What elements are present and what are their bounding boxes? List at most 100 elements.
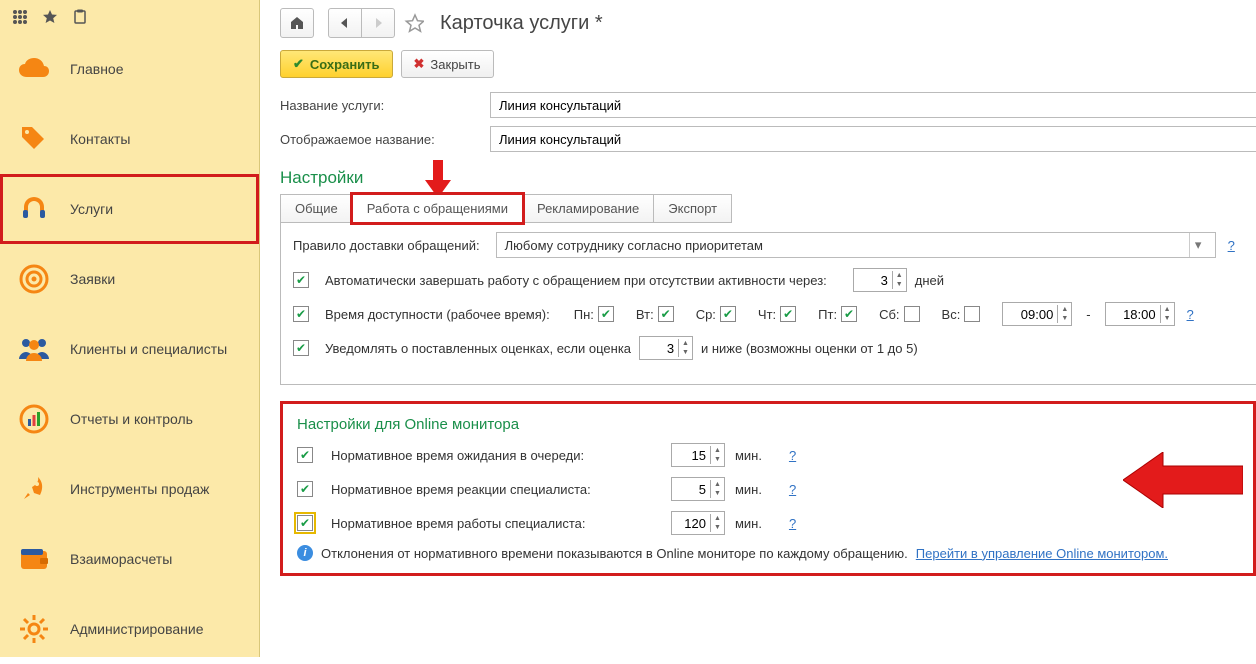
availability-label: Время доступности (рабочее время):	[325, 307, 550, 322]
sidebar-item-contacts[interactable]: Контакты	[0, 104, 259, 174]
day-sun-checkbox[interactable]	[964, 306, 980, 322]
day-sun-label: Вс:	[942, 307, 961, 322]
online-monitor-link[interactable]: Перейти в управление Online монитором.	[916, 546, 1168, 561]
service-name-input[interactable]	[490, 92, 1256, 118]
wait-unit: мин.	[735, 448, 775, 463]
tabs: Общие Работа с обращениями Рекламировани…	[280, 194, 1256, 223]
day-thu-label: Чт:	[758, 307, 776, 322]
auto-close-checkbox[interactable]	[293, 272, 309, 288]
close-icon: ✖	[414, 56, 425, 72]
time-to-spinner[interactable]: ▲▼	[1105, 302, 1175, 326]
help-icon[interactable]: ?	[789, 516, 796, 531]
day-fri-checkbox[interactable]	[841, 306, 857, 322]
spin-up-icon[interactable]: ▲	[679, 339, 692, 348]
spin-down-icon[interactable]: ▼	[1161, 314, 1174, 323]
close-label: Закрыть	[430, 57, 480, 72]
cloud-icon	[16, 51, 52, 87]
wait-input[interactable]	[672, 444, 710, 466]
gear-icon	[16, 611, 52, 647]
delivery-rule-label: Правило доставки обращений:	[293, 238, 480, 253]
sidebar-item-reports[interactable]: Отчеты и контроль	[0, 384, 259, 454]
time-from-input[interactable]	[1003, 303, 1057, 325]
sidebar-item-services[interactable]: Услуги	[0, 174, 259, 244]
sidebar-item-label: Клиенты и специалисты	[70, 341, 227, 357]
spin-down-icon[interactable]: ▼	[1058, 314, 1071, 323]
sidebar-item-payments[interactable]: Взаиморасчеты	[0, 524, 259, 594]
wait-spinner[interactable]: ▲▼	[671, 443, 725, 467]
work-spinner[interactable]: ▲▼	[671, 511, 725, 535]
availability-checkbox[interactable]	[293, 306, 309, 322]
auto-close-unit: дней	[915, 273, 944, 288]
wait-checkbox[interactable]	[297, 447, 313, 463]
display-name-input[interactable]	[490, 126, 1256, 152]
spin-up-icon[interactable]: ▲	[711, 446, 724, 455]
time-from-spinner[interactable]: ▲▼	[1002, 302, 1072, 326]
spin-up-icon[interactable]: ▲	[711, 514, 724, 523]
spin-up-icon[interactable]: ▲	[1058, 305, 1071, 314]
work-input[interactable]	[672, 512, 710, 534]
day-mon-checkbox[interactable]	[598, 306, 614, 322]
favorite-icon[interactable]	[404, 13, 424, 33]
react-checkbox[interactable]	[297, 481, 313, 497]
rating-suffix: и ниже (возможны оценки от 1 до 5)	[701, 341, 918, 356]
react-spinner[interactable]: ▲▼	[671, 477, 725, 501]
time-to-input[interactable]	[1106, 303, 1160, 325]
sidebar-item-sales[interactable]: Инструменты продаж	[0, 454, 259, 524]
sidebar-item-label: Администрирование	[70, 621, 204, 637]
spin-up-icon[interactable]: ▲	[711, 480, 724, 489]
rocket-icon	[16, 471, 52, 507]
sidebar-item-label: Взаиморасчеты	[70, 551, 172, 567]
spin-down-icon[interactable]: ▼	[679, 348, 692, 357]
sidebar-top	[0, 0, 259, 34]
spin-down-icon[interactable]: ▼	[711, 489, 724, 498]
chevron-down-icon: ▾	[1189, 233, 1207, 257]
delivery-rule-select[interactable]: Любому сотруднику согласно приоритетам ▾	[496, 232, 1216, 258]
auto-close-days-input[interactable]	[854, 269, 892, 291]
help-icon[interactable]: ?	[1187, 307, 1194, 322]
sidebar-item-label: Контакты	[70, 131, 130, 147]
help-icon[interactable]: ?	[789, 448, 796, 463]
tag-icon	[16, 121, 52, 157]
sidebar-item-requests[interactable]: Заявки	[0, 244, 259, 314]
day-thu-checkbox[interactable]	[780, 306, 796, 322]
save-button[interactable]: ✔ Сохранить	[280, 50, 393, 78]
help-icon[interactable]: ?	[789, 482, 796, 497]
sidebar-item-admin[interactable]: Администрирование	[0, 594, 259, 664]
star-icon[interactable]	[42, 9, 58, 25]
spin-down-icon[interactable]: ▼	[711, 455, 724, 464]
help-icon[interactable]: ?	[1228, 238, 1235, 253]
spin-up-icon[interactable]: ▲	[1161, 305, 1174, 314]
chart-icon	[16, 401, 52, 437]
close-button[interactable]: ✖ Закрыть	[401, 50, 494, 78]
tab-general[interactable]: Общие	[280, 194, 353, 223]
headset-icon	[16, 191, 52, 227]
page-title: Карточка услуги *	[440, 12, 603, 35]
auto-close-days-spinner[interactable]: ▲▼	[853, 268, 907, 292]
work-checkbox[interactable]	[297, 515, 313, 531]
toolbar: Карточка услуги *	[280, 8, 1256, 38]
spin-down-icon[interactable]: ▼	[893, 280, 906, 289]
day-sat-label: Сб:	[879, 307, 899, 322]
rating-value-spinner[interactable]: ▲▼	[639, 336, 693, 360]
day-wed-checkbox[interactable]	[720, 306, 736, 322]
spin-down-icon[interactable]: ▼	[711, 523, 724, 532]
clipboard-icon[interactable]	[72, 9, 88, 25]
rating-value-input[interactable]	[640, 337, 678, 359]
tab-ads[interactable]: Рекламирование	[522, 194, 654, 223]
home-button[interactable]	[280, 8, 314, 38]
sidebar-item-clients[interactable]: Клиенты и специалисты	[0, 314, 259, 384]
tab-requests[interactable]: Работа с обращениями	[352, 194, 523, 223]
online-monitor-block: Настройки для Online монитора Нормативно…	[280, 401, 1256, 576]
apps-icon[interactable]	[12, 9, 28, 25]
day-wed-label: Ср:	[696, 307, 716, 322]
sidebar-item-main[interactable]: Главное	[0, 34, 259, 104]
rating-notify-checkbox[interactable]	[293, 340, 309, 356]
react-input[interactable]	[672, 478, 710, 500]
forward-button[interactable]	[361, 8, 395, 38]
spin-up-icon[interactable]: ▲	[893, 271, 906, 280]
day-sat-checkbox[interactable]	[904, 306, 920, 322]
day-tue-checkbox[interactable]	[658, 306, 674, 322]
tab-export[interactable]: Экспорт	[653, 194, 732, 223]
sidebar-item-label: Главное	[70, 61, 124, 77]
back-button[interactable]	[328, 8, 362, 38]
